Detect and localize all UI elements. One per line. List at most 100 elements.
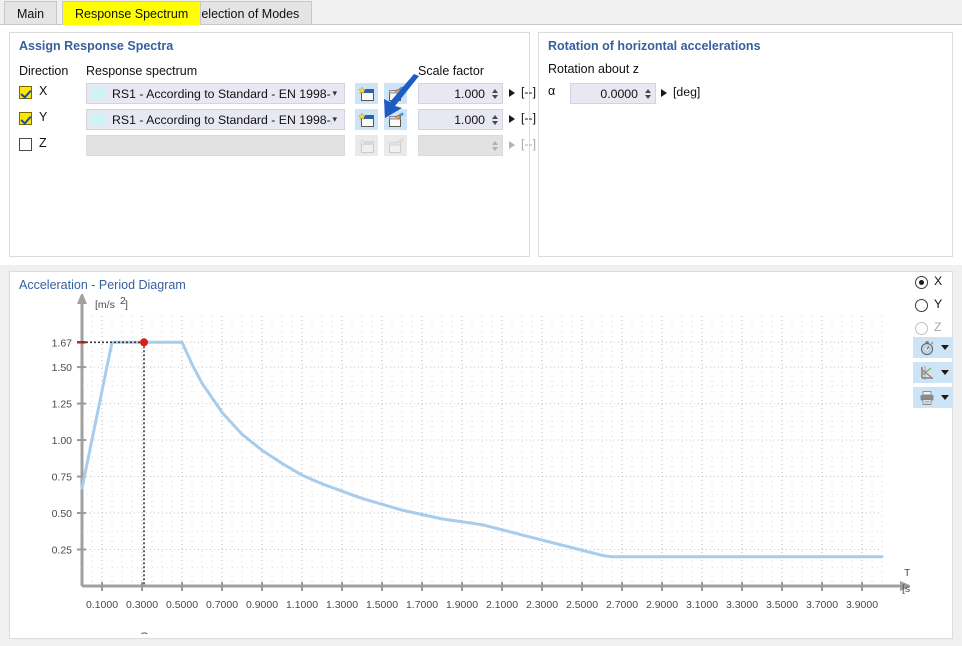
direction-label-y: Y — [39, 110, 48, 124]
chart-direction-label-y: Y — [934, 297, 943, 311]
alpha-unit: [deg] — [673, 85, 701, 99]
svg-text:1.5000: 1.5000 — [366, 599, 398, 611]
new-spectrum-button-z — [355, 135, 378, 156]
direction-checkbox-x[interactable] — [19, 86, 32, 99]
chart-display-button[interactable] — [913, 362, 953, 383]
direction-checkbox-y[interactable] — [19, 112, 32, 125]
alpha-stepper[interactable] — [642, 88, 653, 100]
tab-main-label: Main — [17, 6, 45, 21]
svg-text:3.5000: 3.5000 — [766, 599, 798, 611]
response-spectrum-combo-x[interactable]: RS1 - According to Standard - EN 1998-1 … — [86, 83, 345, 104]
assign-response-spectra-panel: Assign Response Spectra Direction Respon… — [9, 32, 536, 257]
spectrum-color-swatch-y — [92, 113, 106, 126]
svg-text:1.67: 1.67 — [52, 337, 73, 349]
chart-print-button[interactable] — [913, 387, 953, 408]
scale-factor-unit-y: [--] — [521, 111, 537, 125]
rotation-about-z-label: Rotation about z — [548, 62, 640, 76]
edit-spectrum-button-z — [384, 135, 407, 156]
chart-direction-radio-y[interactable] — [915, 299, 928, 312]
scale-factor-input-x[interactable]: 1.000 — [418, 83, 503, 104]
response-spectrum-value-y: RS1 - According to Standard - EN 1998-1 … — [112, 112, 333, 127]
svg-text:]: ] — [125, 299, 128, 311]
edit-window-icon — [389, 137, 404, 153]
chart-direction-radio-x[interactable] — [915, 276, 928, 289]
svg-text:[s]: [s] — [902, 583, 910, 595]
scale-factor-input-y[interactable]: 1.000 — [418, 109, 503, 130]
chevron-down-icon[interactable] — [941, 345, 949, 350]
svg-text:2.9000: 2.9000 — [646, 599, 678, 611]
direction-checkbox-z[interactable] — [19, 138, 32, 151]
svg-text:1.00: 1.00 — [52, 435, 73, 447]
response-spectrum-combo-z — [86, 135, 345, 156]
svg-text:0.75: 0.75 — [52, 472, 73, 484]
chevron-down-icon[interactable] — [941, 370, 949, 375]
edit-spectrum-button-y[interactable] — [384, 109, 407, 130]
alpha-expand-button[interactable] — [661, 89, 667, 97]
tab-response-spectrum-label: Response Spectrum — [75, 6, 189, 21]
chart-plot-area[interactable]: 0.25 0.50 0.75 1.00 1.25 1.50 1.67 0.1000 0.3000… — [20, 285, 914, 646]
svg-text:0.3000: 0.3000 — [126, 599, 158, 611]
chart-series — [80, 340, 884, 559]
svg-text:T: T — [904, 567, 910, 579]
chart-direction-radio-z — [915, 322, 928, 335]
spectrum-color-swatch-x — [92, 87, 106, 100]
svg-text:0.3100: 0.3100 — [139, 632, 151, 634]
svg-text:1.50: 1.50 — [52, 362, 73, 374]
new-spectrum-button-y[interactable] — [355, 109, 378, 130]
scale-factor-stepper-z — [489, 140, 500, 152]
tab-strip: Main Response Spectrum Selection of Mode… — [0, 0, 962, 25]
svg-text:0.9000: 0.9000 — [246, 599, 278, 611]
edit-spectrum-button-x[interactable] — [384, 83, 407, 104]
assign-panel-title: Assign Response Spectra — [19, 39, 174, 53]
svg-text:[m/s: [m/s — [95, 299, 115, 311]
edit-window-icon — [389, 85, 404, 101]
stopwatch-icon — [916, 340, 937, 356]
column-header-direction: Direction — [19, 64, 69, 78]
scale-factor-value-x: 1.000 — [454, 86, 485, 101]
svg-text:3.1000: 3.1000 — [686, 599, 718, 611]
svg-text:1.7000: 1.7000 — [406, 599, 438, 611]
scale-factor-expand-x[interactable] — [509, 89, 515, 97]
svg-text:0.50: 0.50 — [52, 508, 73, 520]
tab-main[interactable]: Main — [4, 1, 58, 25]
svg-text:0.25: 0.25 — [52, 545, 73, 557]
column-header-response-spectrum: Response spectrum — [86, 64, 198, 78]
chart-title: Acceleration - Period Diagram — [19, 278, 186, 292]
svg-text:3.9000: 3.9000 — [846, 599, 878, 611]
chart-gridlines — [82, 316, 883, 586]
chart-direction-label-z: Z — [934, 320, 942, 334]
svg-text:0.1000: 0.1000 — [86, 599, 118, 611]
chevron-down-icon: ▾ — [332, 88, 337, 98]
response-spectrum-value-x: RS1 - According to Standard - EN 1998-1 … — [112, 86, 333, 101]
alpha-value: 0.0000 — [600, 86, 638, 101]
scale-factor-input-z — [418, 135, 503, 156]
scale-factor-value-y: 1.000 — [454, 112, 485, 127]
new-window-icon — [358, 137, 374, 153]
chart-direction-label-x: X — [934, 274, 943, 288]
tab-response-spectrum[interactable]: Response Spectrum — [62, 1, 202, 25]
response-spectrum-dialog: Main Response Spectrum Selection of Mode… — [0, 0, 962, 646]
alpha-input[interactable]: 0.0000 — [570, 83, 656, 104]
new-spectrum-button-x[interactable] — [355, 83, 378, 104]
scale-factor-stepper-x[interactable] — [489, 88, 500, 100]
new-window-icon — [358, 111, 374, 127]
svg-text:Sa: Sa — [102, 294, 115, 297]
new-window-icon — [358, 85, 374, 101]
response-spectrum-combo-y[interactable]: RS1 - According to Standard - EN 1998-1 … — [86, 109, 345, 130]
tab-selection-of-modes-label: Selection of Modes — [193, 6, 300, 21]
chevron-down-icon[interactable] — [941, 395, 949, 400]
chart-settings-button[interactable] — [913, 337, 953, 358]
rotation-panel-title: Rotation of horizontal accelerations — [548, 39, 761, 53]
svg-text:3.7000: 3.7000 — [806, 599, 838, 611]
direction-label-z: Z — [39, 136, 47, 150]
acceleration-period-plot[interactable]: 0.25 0.50 0.75 1.00 1.25 1.50 1.67 0.1000 0.3000… — [20, 285, 914, 646]
scale-factor-expand-y[interactable] — [509, 115, 515, 123]
chart-guides — [82, 338, 148, 586]
svg-text:1.9000: 1.9000 — [446, 599, 478, 611]
upper-content-area: Assign Response Spectra Direction Respon… — [0, 25, 962, 265]
svg-text:2.1000: 2.1000 — [486, 599, 518, 611]
scale-factor-stepper-y[interactable] — [489, 114, 500, 126]
printer-icon — [916, 390, 937, 406]
svg-text:1.3000: 1.3000 — [326, 599, 358, 611]
svg-text:1.25: 1.25 — [52, 399, 73, 411]
